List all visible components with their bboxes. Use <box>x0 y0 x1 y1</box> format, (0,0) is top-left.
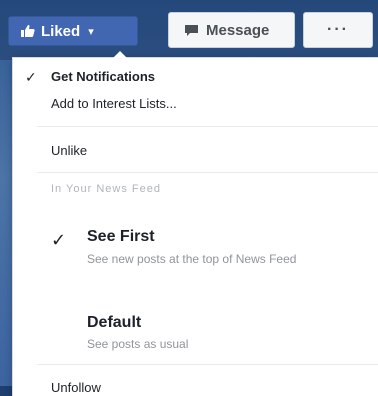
news-feed-section-label: In Your News Feed <box>51 183 161 195</box>
get-notifications-label: Get Notifications <box>51 69 156 84</box>
menu-divider <box>37 364 378 365</box>
menu-divider <box>37 126 378 127</box>
liked-button[interactable]: Liked ▾ <box>8 16 138 46</box>
liked-label: Liked <box>41 22 81 40</box>
menu-item-unlike[interactable]: Unlike <box>13 143 378 161</box>
message-button[interactable]: Message <box>168 12 295 48</box>
menu-item-see-first[interactable]: ✓ See First See new posts at the top of … <box>13 228 378 278</box>
more-options-button[interactable]: ··· <box>303 12 373 48</box>
add-to-interest-lists-label: Add to Interest Lists... <box>51 96 177 111</box>
check-icon: ✓ <box>25 69 37 85</box>
unlike-label: Unlike <box>51 143 88 158</box>
message-icon <box>184 24 199 37</box>
default-title: Default <box>87 314 142 331</box>
check-icon: ✓ <box>51 230 67 250</box>
chevron-down-icon: ▾ <box>88 25 94 38</box>
menu-item-default[interactable]: Default See posts as usual <box>13 314 378 354</box>
default-description: See posts as usual <box>87 337 189 351</box>
menu-item-unfollow[interactable]: Unfollow <box>13 380 378 396</box>
see-first-description: See new posts at the top of News Feed <box>87 252 297 266</box>
unfollow-label: Unfollow <box>51 380 101 395</box>
menu-caret <box>113 51 127 58</box>
more-icon: ··· <box>327 21 349 38</box>
menu-item-get-notifications[interactable]: ✓ Get Notifications <box>13 69 378 87</box>
message-label: Message <box>206 21 270 39</box>
thumbs-up-icon <box>21 24 35 38</box>
see-first-title: See First <box>87 228 155 245</box>
menu-divider <box>37 172 378 173</box>
menu-item-add-to-interest-lists[interactable]: Add to Interest Lists... <box>13 96 378 114</box>
liked-dropdown-menu: ✓ Get Notifications Add to Interest List… <box>12 51 378 396</box>
